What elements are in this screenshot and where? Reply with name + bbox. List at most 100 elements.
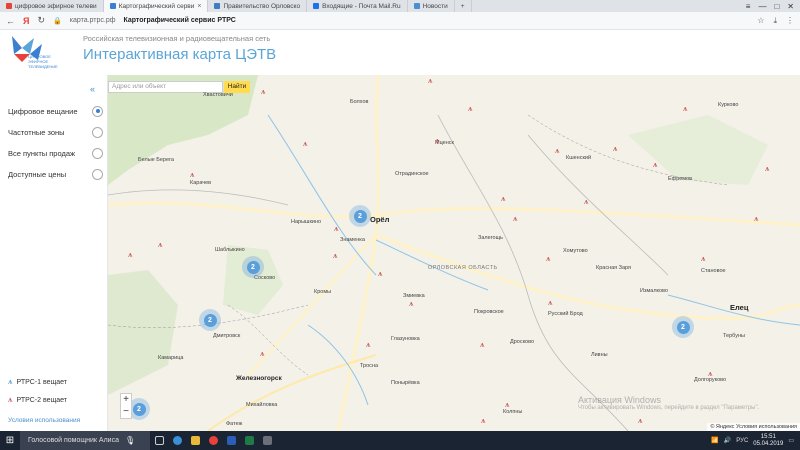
notifications-icon[interactable]: ▭ bbox=[788, 437, 794, 444]
microphone-icon[interactable]: 🎙 bbox=[125, 436, 135, 445]
svg-text:ТЕЛЕВИДЕНИЕ: ТЕЛЕВИДЕНИЕ bbox=[28, 64, 58, 69]
zoom-out-button[interactable]: − bbox=[121, 406, 131, 418]
tower-icon[interactable]: ⩚ bbox=[158, 241, 163, 249]
edge-icon[interactable] bbox=[168, 431, 186, 450]
terms-link[interactable]: Условия использования bbox=[8, 417, 80, 424]
tower-icon[interactable]: ⩚ bbox=[128, 251, 133, 259]
downloads-icon[interactable]: ⤓ bbox=[773, 16, 777, 26]
tower-icon[interactable]: ⩚ bbox=[468, 105, 473, 113]
tower-icon[interactable]: ⩚ bbox=[513, 215, 518, 223]
tower-icon[interactable]: ⩚ bbox=[333, 252, 338, 260]
place-label: Измалково bbox=[640, 288, 668, 294]
cluster-marker[interactable]: 2 bbox=[672, 316, 694, 338]
layer-digital-broadcast[interactable]: Цифровое вещание bbox=[8, 102, 103, 120]
map-canvas[interactable]: Адрес или объект Найти Орёл Елец ОРЛОВСК… bbox=[108, 75, 800, 431]
app-icon[interactable] bbox=[258, 431, 276, 450]
back-icon[interactable]: ← bbox=[6, 16, 15, 26]
favicon-icon bbox=[214, 3, 221, 9]
explorer-icon[interactable] bbox=[186, 431, 204, 450]
region-label: ОРЛОВСКАЯ ОБЛАСТЬ bbox=[428, 265, 498, 271]
layer-prices[interactable]: Доступные цены bbox=[8, 165, 103, 183]
tower-icon[interactable]: ⩚ bbox=[409, 300, 414, 308]
maximize-icon[interactable]: □ bbox=[774, 2, 779, 11]
tower-icon[interactable]: ⩚ bbox=[584, 198, 589, 206]
windows-start-icon[interactable]: ⊞ bbox=[0, 431, 20, 450]
new-tab-button[interactable]: + bbox=[455, 0, 472, 12]
close-tab-icon[interactable]: × bbox=[197, 3, 201, 10]
place-label: Елец bbox=[730, 303, 749, 312]
tower-icon[interactable]: ⩚ bbox=[555, 147, 560, 155]
zoom-in-button[interactable]: + bbox=[121, 394, 131, 406]
url-field[interactable]: карта.ртрс.рф bbox=[70, 17, 116, 24]
tower-icon[interactable]: ⩚ bbox=[501, 195, 506, 203]
tower-icon[interactable]: ⩚ bbox=[480, 341, 485, 349]
legend-rtrs2: ⩚ РТРС-2 вещает bbox=[8, 395, 68, 404]
minimize-icon[interactable]: — bbox=[758, 2, 766, 11]
alice-assistant[interactable]: Голосовой помощник Алиса 🎙 bbox=[20, 431, 150, 450]
tower-icon[interactable]: ⩚ bbox=[428, 77, 433, 85]
favicon-icon bbox=[313, 3, 320, 9]
menu-icon[interactable]: ≡ bbox=[746, 2, 751, 11]
radio[interactable] bbox=[92, 147, 103, 159]
place-label: Тросна bbox=[360, 363, 379, 369]
tower-icon[interactable]: ⩚ bbox=[613, 145, 618, 153]
tower-icon[interactable]: ⩚ bbox=[638, 417, 643, 425]
browser-tab[interactable]: Входящие - Почта Mail.Ru bbox=[307, 0, 408, 12]
header-subtitle: Российская телевизионная и радиовещатель… bbox=[83, 34, 271, 43]
browser-tab[interactable]: Правительство Орловско bbox=[208, 0, 308, 12]
rtrs-logo-icon[interactable]: ЦИФРОВОЕ ЭФИРНОЕ ТЕЛЕВИДЕНИЕ bbox=[8, 32, 73, 74]
yandex-browser-icon[interactable] bbox=[204, 431, 222, 450]
tower-icon[interactable]: ⩚ bbox=[754, 215, 759, 223]
tower-icon[interactable]: ⩚ bbox=[366, 341, 371, 349]
close-window-icon[interactable]: ✕ bbox=[787, 2, 794, 11]
place-label: Карачев bbox=[190, 180, 212, 186]
legend-rtrs1: ⩚ РТРС-1 вещает bbox=[8, 377, 68, 386]
tower-icon[interactable]: ⩚ bbox=[683, 105, 688, 113]
tower-icon[interactable]: ⩚ bbox=[260, 350, 265, 358]
tower-icon[interactable]: ⩚ bbox=[765, 165, 770, 173]
place-label: Болхов bbox=[350, 99, 369, 105]
volume-icon[interactable]: 🔊 bbox=[724, 437, 731, 444]
task-view-icon[interactable] bbox=[150, 431, 168, 450]
tower-icon[interactable]: ⩚ bbox=[701, 255, 706, 263]
layer-sales-points[interactable]: Все пункты продаж bbox=[8, 144, 103, 162]
place-label: Знаменка bbox=[340, 237, 365, 243]
cluster-marker[interactable]: 2 bbox=[349, 205, 371, 227]
tower-icon[interactable]: ⩚ bbox=[708, 370, 713, 378]
place-label: Покровское bbox=[474, 309, 504, 315]
clock[interactable]: 15:51 05.04.2019 bbox=[753, 434, 783, 448]
radio[interactable] bbox=[92, 126, 103, 138]
radio-selected[interactable] bbox=[92, 105, 103, 117]
tower-icon[interactable]: ⩚ bbox=[548, 299, 553, 307]
excel-icon[interactable] bbox=[240, 431, 258, 450]
tower-icon[interactable]: ⩚ bbox=[505, 401, 510, 409]
place-label: Нарышкино bbox=[291, 219, 322, 225]
tower-icon[interactable]: ⩚ bbox=[190, 171, 195, 179]
browser-tab[interactable]: Новости bbox=[408, 0, 455, 12]
cluster-marker[interactable]: 2 bbox=[242, 256, 264, 278]
system-tray: 📶 🔊 РУС 15:51 05.04.2019 ▭ bbox=[711, 434, 800, 448]
extensions-icon[interactable]: ⋮ bbox=[786, 16, 794, 26]
tower-icon[interactable]: ⩚ bbox=[334, 225, 339, 233]
cluster-marker[interactable]: 2 bbox=[199, 309, 221, 331]
tower-icon[interactable]: ⩚ bbox=[378, 270, 383, 278]
word-icon[interactable] bbox=[222, 431, 240, 450]
tower-icon[interactable]: ⩚ bbox=[303, 140, 308, 148]
network-icon[interactable]: 📶 bbox=[711, 437, 718, 444]
yandex-icon[interactable]: Я bbox=[23, 16, 29, 26]
tower-icon[interactable]: ⩚ bbox=[653, 161, 658, 169]
map-copyright[interactable]: © Яндекс Условия использования bbox=[707, 423, 800, 431]
browser-tab-active[interactable]: Картографический серви × bbox=[103, 0, 209, 12]
bookmark-icon[interactable]: ☆ bbox=[757, 16, 764, 26]
tower-icon[interactable]: ⩚ bbox=[435, 137, 440, 145]
collapse-sidebar-icon[interactable]: « bbox=[90, 84, 95, 94]
refresh-icon[interactable]: ↻ bbox=[37, 15, 45, 26]
window-controls: ≡ — □ ✕ bbox=[746, 0, 800, 12]
tower-icon[interactable]: ⩚ bbox=[546, 255, 551, 263]
tower-icon[interactable]: ⩚ bbox=[261, 88, 266, 96]
language-indicator[interactable]: РУС bbox=[736, 438, 748, 444]
browser-tab[interactable]: цифровое эфирное телеви bbox=[0, 0, 104, 12]
layer-frequency-zones[interactable]: Частотные зоны bbox=[8, 123, 103, 141]
tower-icon[interactable]: ⩚ bbox=[481, 417, 486, 425]
radio[interactable] bbox=[92, 168, 103, 180]
